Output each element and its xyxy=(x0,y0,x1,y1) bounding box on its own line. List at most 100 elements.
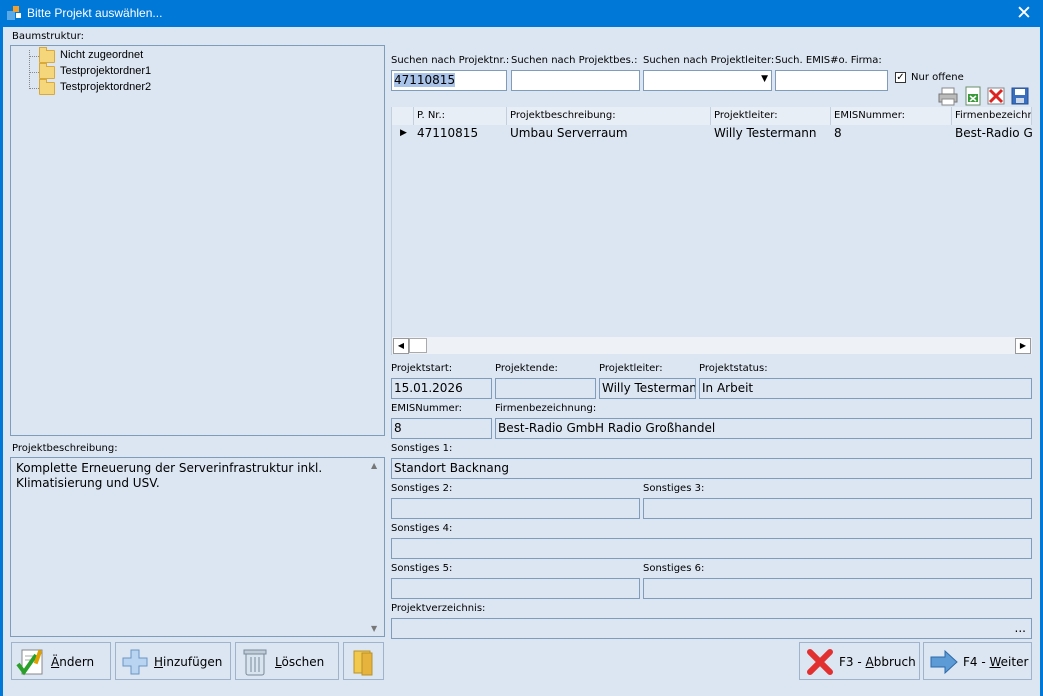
scrollbar-horizontal[interactable]: ◀ ▶ xyxy=(392,337,1032,354)
sonstiges6-label: Sonstiges 6: xyxy=(643,563,705,574)
sonstiges4-field[interactable] xyxy=(391,538,1032,559)
folder-icon xyxy=(39,47,55,63)
grid-header-firma[interactable]: Firmenbezeichn xyxy=(952,107,1032,125)
projektstatus-label: Projektstatus: xyxy=(699,363,768,374)
beschreibung-label: Projektbeschreibung: xyxy=(12,443,118,454)
tree-item-label: Testprojektordner1 xyxy=(60,65,152,77)
scroll-up-icon[interactable]: ▲ xyxy=(371,461,377,470)
projektende-field[interactable] xyxy=(495,378,596,399)
nur-offene-checkbox[interactable]: ✓ xyxy=(895,72,906,83)
grid-header-pnr[interactable]: P. Nr.: xyxy=(414,107,507,125)
cell-projektleiter: Willy Testermann xyxy=(714,126,817,140)
beschreibung-textarea[interactable]: Komplette Erneuerung der Serverinfrastru… xyxy=(10,457,385,637)
hinzufuegen-label: inzufügen xyxy=(163,655,223,669)
sonstiges5-label: Sonstiges 5: xyxy=(391,563,453,574)
sonstiges6-field[interactable] xyxy=(643,578,1032,599)
projektleiter-field[interactable]: Willy Testermann xyxy=(599,378,696,399)
scroll-thumb[interactable] xyxy=(409,338,427,353)
sonstiges1-field[interactable]: Standort Backnang xyxy=(391,458,1032,479)
cell-beschreibung: Umbau Serverraum xyxy=(510,126,628,140)
projektleiter-label: Projektleiter: xyxy=(599,363,663,374)
folder-icon xyxy=(39,79,55,95)
search-projektbes-label: Suchen nach Projektbes.: xyxy=(511,55,638,66)
weiter-button[interactable]: F4 - Weiter xyxy=(923,642,1032,680)
search-projektleiter-label: Suchen nach Projektleiter: xyxy=(643,55,775,66)
trash-icon xyxy=(243,649,267,676)
table-row[interactable]: ▶ 47110815 Umbau Serverraum Willy Tester… xyxy=(392,125,1032,142)
cell-firma: Best-Radio Gm xyxy=(955,126,1032,140)
folder-button[interactable] xyxy=(343,642,384,680)
delete-x-icon[interactable] xyxy=(986,86,1006,106)
plus-icon xyxy=(122,649,148,675)
search-projektleiter-select[interactable]: ▼ xyxy=(643,70,772,91)
title-bar: Bitte Projekt auswählen... ✕ xyxy=(0,0,1043,27)
emis-field[interactable]: 8 xyxy=(391,418,492,439)
folder-icon xyxy=(39,63,55,79)
cancel-x-icon xyxy=(807,649,833,675)
hinzufuegen-accesskey: H xyxy=(154,655,164,669)
project-grid[interactable]: P. Nr.: Projektbeschreibung: Projektleit… xyxy=(391,107,1032,355)
edit-check-icon xyxy=(16,649,43,676)
grid-row-header-corner xyxy=(392,107,414,125)
tree-label: Baumstruktur: xyxy=(12,31,85,42)
search-emis-input[interactable] xyxy=(775,70,888,91)
sonstiges2-label: Sonstiges 2: xyxy=(391,483,453,494)
close-button[interactable]: ✕ xyxy=(1013,2,1035,24)
aendern-button[interactable]: Ändern xyxy=(11,642,111,680)
scrollbar-vertical[interactable]: ▲ ▼ xyxy=(368,459,383,635)
printer-icon[interactable] xyxy=(938,86,958,106)
folder-open-icon xyxy=(353,650,373,676)
abbruch-prefix: F3 - xyxy=(839,655,866,669)
firma-label: Firmenbezeichnung: xyxy=(495,403,597,414)
search-projektnr-label: Suchen nach Projektnr.: xyxy=(391,55,510,66)
projektstart-field[interactable]: 15.01.2026 xyxy=(391,378,492,399)
sonstiges2-field[interactable] xyxy=(391,498,640,519)
loeschen-label: öschen xyxy=(281,655,325,669)
loeschen-button[interactable]: Löschen xyxy=(235,642,339,680)
cell-emis: 8 xyxy=(834,126,842,140)
scroll-right-icon[interactable]: ▶ xyxy=(1015,338,1031,354)
tree-item-label: Nicht zugeordnet xyxy=(60,49,144,61)
tree-panel[interactable]: Nicht zugeordnet Testprojektordner1 Test… xyxy=(10,45,385,436)
search-projektnr-value: 47110815 xyxy=(394,73,456,87)
projektstart-label: Projektstart: xyxy=(391,363,453,374)
abbruch-button[interactable]: F3 - Abbruch xyxy=(799,642,920,680)
search-projektnr-input[interactable]: 47110815 xyxy=(391,70,507,91)
chevron-down-icon[interactable]: ▼ xyxy=(761,74,768,84)
save-disk-icon[interactable] xyxy=(1010,86,1030,106)
weiter-prefix: F4 - xyxy=(963,655,990,669)
sonstiges5-field[interactable] xyxy=(391,578,640,599)
nur-offene-label: Nur offene xyxy=(911,72,964,83)
sonstiges3-label: Sonstiges 3: xyxy=(643,483,705,494)
row-selector-arrow-icon: ▶ xyxy=(400,128,407,138)
projektstatus-field[interactable]: In Arbeit xyxy=(699,378,1032,399)
verzeichnis-label: Projektverzeichnis: xyxy=(391,603,486,614)
search-emis-label: Such. EMIS#o. Firma: xyxy=(775,55,882,66)
scroll-left-icon[interactable]: ◀ xyxy=(393,338,409,354)
beschreibung-text: Komplette Erneuerung der Serverinfrastru… xyxy=(16,461,323,490)
search-projektbes-input[interactable] xyxy=(511,70,640,91)
hinzufuegen-button[interactable]: Hinzufügen xyxy=(115,642,231,680)
aendern-accesskey: Ä xyxy=(51,655,60,669)
abbruch-label: bbruch xyxy=(873,655,916,669)
sonstiges4-label: Sonstiges 4: xyxy=(391,523,453,534)
weiter-accesskey: W xyxy=(989,655,1001,669)
verzeichnis-field[interactable]: ... xyxy=(391,618,1032,639)
scroll-down-icon[interactable]: ▼ xyxy=(371,624,377,633)
app-icon xyxy=(7,6,21,20)
weiter-label: eiter xyxy=(1000,655,1029,669)
aendern-label: ndern xyxy=(59,655,95,669)
tree-item-label: Testprojektordner2 xyxy=(60,81,152,93)
tree-connector xyxy=(29,72,39,73)
emis-label: EMISNummer: xyxy=(391,403,463,414)
browse-button[interactable]: ... xyxy=(1015,621,1026,635)
sonstiges3-field[interactable] xyxy=(643,498,1032,519)
grid-header-beschreibung[interactable]: Projektbeschreibung: xyxy=(507,107,711,125)
grid-header-emis[interactable]: EMISNummer: xyxy=(831,107,952,125)
firma-field[interactable]: Best-Radio GmbH Radio Großhandel xyxy=(495,418,1032,439)
excel-export-icon[interactable] xyxy=(963,86,983,106)
window-title: Bitte Projekt auswählen... xyxy=(27,6,163,20)
grid-header-projektleiter[interactable]: Projektleiter: xyxy=(711,107,831,125)
arrow-right-icon xyxy=(930,649,958,675)
cell-pnr: 47110815 xyxy=(417,126,479,140)
